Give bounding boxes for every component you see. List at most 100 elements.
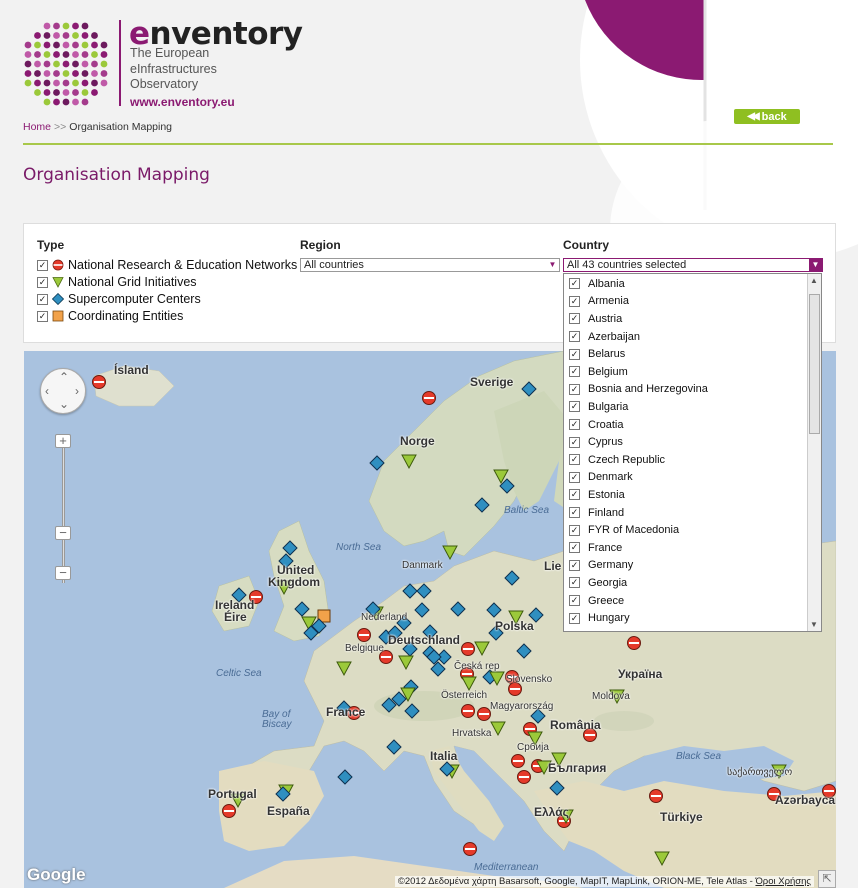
zoom-in-button[interactable]: + — [55, 434, 71, 448]
nren-marker[interactable] — [511, 754, 525, 768]
country-select[interactable]: All 43 countries selected ▼ — [563, 258, 823, 272]
country-option-checkbox[interactable]: ✓ — [569, 436, 580, 448]
ce-checkbox[interactable]: ✓ — [37, 310, 48, 322]
country-option-checkbox[interactable]: ✓ — [569, 471, 580, 483]
nren-marker[interactable] — [461, 704, 475, 718]
nren-marker[interactable] — [422, 391, 436, 405]
nren-marker[interactable] — [477, 707, 491, 721]
country-option[interactable]: ✓ Estonia — [569, 486, 625, 504]
nren-marker[interactable] — [463, 842, 477, 856]
logo-dots-icon — [24, 22, 108, 106]
country-option[interactable]: ✓ Austria — [569, 310, 622, 328]
country-option[interactable]: ✓ Hungary — [569, 609, 630, 627]
pan-down-icon[interactable]: ⌄ — [59, 397, 69, 411]
map-label-ireland-2: Éire — [224, 610, 247, 624]
pan-control[interactable]: ⌃ ⌄ ‹ › — [40, 368, 86, 414]
country-option[interactable]: ✓ Bosnia and Herzegovina — [569, 381, 708, 399]
map-label-espana: España — [267, 804, 310, 818]
country-option[interactable]: ✓ Azerbaijan — [569, 328, 640, 346]
country-option-checkbox[interactable]: ✓ — [569, 383, 580, 395]
pan-up-icon[interactable]: ⌃ — [59, 370, 69, 384]
country-header: Country — [563, 238, 609, 252]
type-filter-nren[interactable]: ✓ National Research & Education Networks — [37, 258, 297, 272]
country-option[interactable]: ✓ Belgium — [569, 363, 628, 381]
country-option-checkbox[interactable]: ✓ — [569, 278, 580, 290]
country-option[interactable]: ✓ Belarus — [569, 345, 625, 363]
country-option-checkbox[interactable]: ✓ — [569, 295, 580, 307]
dropdown-scrollbar[interactable]: ▲ ▼ — [807, 274, 821, 631]
country-option[interactable]: ✓ Armenia — [569, 293, 629, 311]
country-option[interactable]: ✓ Albania — [569, 275, 625, 293]
map-label-osterreich: Österreich — [441, 690, 488, 701]
breadcrumb: Home >> Organisation Mapping — [23, 121, 173, 133]
chevron-down-icon: ▼ — [548, 260, 557, 269]
country-option[interactable]: ✓ Croatia — [569, 416, 623, 434]
nren-marker[interactable] — [222, 804, 236, 818]
scroll-down-icon[interactable]: ▼ — [810, 620, 818, 629]
nren-checkbox[interactable]: ✓ — [37, 259, 48, 271]
scroll-up-icon[interactable]: ▲ — [810, 276, 818, 285]
page-title: Organisation Mapping — [23, 165, 210, 185]
map-label-bulgaria: България — [548, 761, 607, 775]
country-option-checkbox[interactable]: ✓ — [569, 489, 580, 501]
scrollbar-thumb[interactable] — [809, 294, 820, 434]
pan-right-icon[interactable]: › — [75, 384, 79, 398]
country-option-checkbox[interactable]: ✓ — [569, 542, 580, 554]
breadcrumb-home-link[interactable]: Home — [23, 121, 51, 133]
nren-marker[interactable] — [627, 636, 641, 650]
red-circle-icon — [52, 259, 64, 271]
type-filter-ngi[interactable]: ✓ National Grid Initiatives — [37, 275, 197, 289]
country-option[interactable]: ✓ France — [569, 539, 622, 557]
country-option[interactable]: ✓ Bulgaria — [569, 398, 628, 416]
country-option[interactable]: ✓ Cyprus — [569, 433, 623, 451]
region-select[interactable]: All countries ▼ — [300, 258, 560, 272]
country-option[interactable]: ✓ Finland — [569, 504, 624, 522]
country-option-checkbox[interactable]: ✓ — [569, 559, 580, 571]
country-option-checkbox[interactable]: ✓ — [569, 366, 580, 378]
country-option-checkbox[interactable]: ✓ — [569, 331, 580, 343]
green-triangle-icon — [52, 277, 64, 288]
nren-marker[interactable] — [649, 789, 663, 803]
type-filter-hpc[interactable]: ✓ Supercomputer Centers — [37, 292, 201, 306]
terms-link[interactable]: Όροι Χρήσης — [755, 876, 811, 887]
google-logo: Google — [27, 865, 86, 884]
map-label-portugal: Portugal — [208, 787, 257, 801]
pan-left-icon[interactable]: ‹ — [45, 384, 49, 398]
country-option-checkbox[interactable]: ✓ — [569, 507, 580, 519]
country-option[interactable]: ✓ Czech Republic — [569, 451, 665, 469]
hpc-checkbox[interactable]: ✓ — [37, 293, 48, 305]
back-button[interactable]: ◀◀ back — [734, 109, 800, 124]
map-label-uk-2: Kingdom — [268, 575, 320, 589]
nren-marker[interactable] — [92, 375, 106, 389]
country-option-checkbox[interactable]: ✓ — [569, 595, 580, 607]
country-option[interactable]: ✓ FYR of Macedonia — [569, 521, 679, 539]
country-option[interactable]: ✓ Georgia — [569, 574, 627, 592]
map-label-ukraina: Україна — [618, 667, 663, 681]
type-header: Type — [37, 238, 65, 252]
country-option[interactable]: ✓ Germany — [569, 557, 633, 575]
country-option[interactable]: ✓ Denmark — [569, 469, 633, 487]
zoom-slider-handle[interactable]: − — [55, 526, 71, 540]
country-dropdown-list[interactable]: ✓ Albania ✓ Armenia ✓ Austria ✓ Azerbaijan ✓ Bela… — [563, 273, 822, 632]
nren-marker[interactable] — [461, 642, 475, 656]
map-label-france: France — [326, 705, 366, 719]
ngi-checkbox[interactable]: ✓ — [37, 276, 48, 288]
type-filter-ce[interactable]: ✓ Coordinating Entities — [37, 309, 183, 323]
country-option[interactable]: ✓ Greece — [569, 592, 624, 610]
zoom-slider-track[interactable] — [62, 443, 65, 583]
country-option-checkbox[interactable]: ✓ — [569, 577, 580, 589]
zoom-out-button[interactable]: − — [55, 566, 71, 580]
country-option-checkbox[interactable]: ✓ — [569, 524, 580, 536]
country-option-checkbox[interactable]: ✓ — [569, 419, 580, 431]
nren-marker[interactable] — [357, 628, 371, 642]
hpc-marker[interactable] — [337, 769, 353, 785]
enventory-logo[interactable]: enventory The European eInfrastructures … — [22, 16, 322, 113]
country-option-checkbox[interactable]: ✓ — [569, 454, 580, 466]
country-option-checkbox[interactable]: ✓ — [569, 612, 580, 624]
country-option-checkbox[interactable]: ✓ — [569, 401, 580, 413]
nren-marker[interactable] — [517, 770, 531, 784]
country-option-checkbox[interactable]: ✓ — [569, 313, 580, 325]
country-option-checkbox[interactable]: ✓ — [569, 348, 580, 360]
brand-url[interactable]: www.enventory.eu — [130, 95, 235, 109]
map-resize-icon[interactable]: ⇱ — [818, 870, 836, 888]
